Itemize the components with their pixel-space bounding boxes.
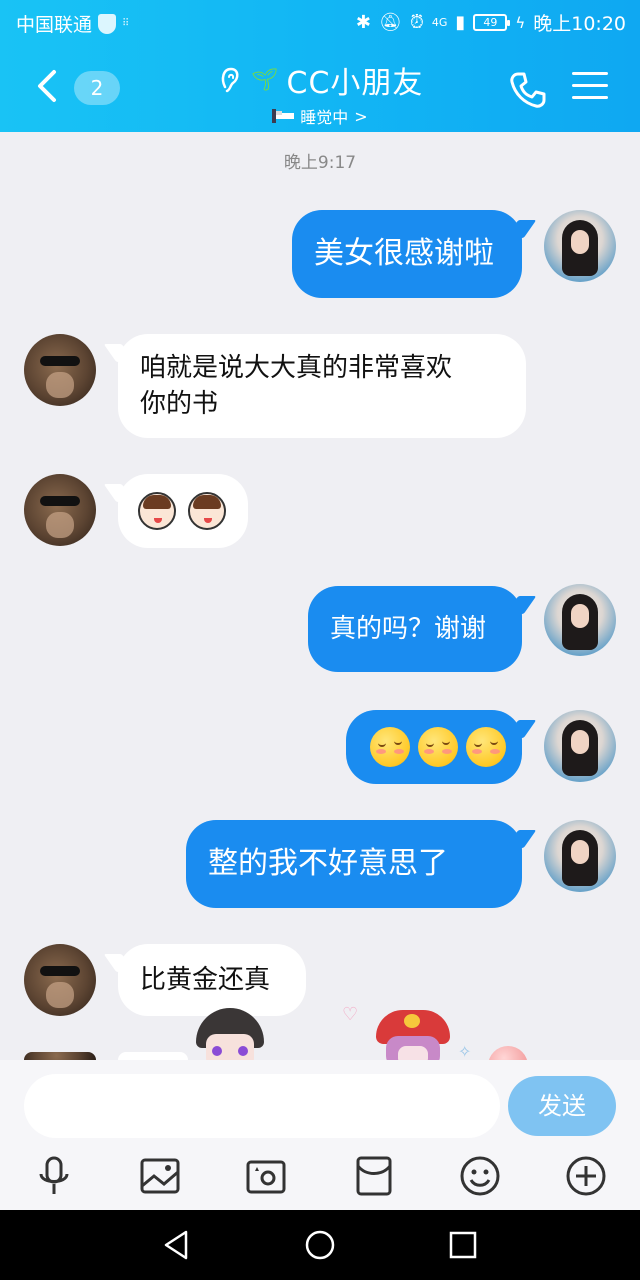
chat-header: 中国联通 ⠿ ✱ 🔕︎ ⏰︎ 4G ▮ 49 ϟ 晚上10:20 2 🌱︎ CC <box>0 0 640 132</box>
message-timestamp: 晚上9:17 <box>283 153 357 173</box>
signal-icon: ▮ <box>455 12 466 33</box>
status-chevron-icon: > <box>354 106 368 126</box>
friend-avatar <box>24 1052 96 1060</box>
message-text: 比黄金还真 <box>140 965 271 995</box>
input-toolbar <box>0 1150 640 1210</box>
message-bubble-in[interactable] <box>103 474 248 548</box>
network-label: 4G <box>431 15 448 29</box>
friend-avatar[interactable] <box>24 334 96 406</box>
bed-icon <box>272 109 295 123</box>
menu-button[interactable] <box>572 72 608 102</box>
chibi-girl-beret-sticker <box>376 1010 452 1068</box>
online-status[interactable]: 睡觉中 > <box>160 104 480 128</box>
my-avatar[interactable] <box>544 820 616 892</box>
my-avatar[interactable] <box>544 210 616 282</box>
alarm-icon: ⏰︎ <box>409 12 424 33</box>
blushing-face-emoji-icon <box>466 727 506 767</box>
message-text: 真的吗？谢谢 <box>330 614 487 644</box>
message-bubble-in <box>118 1052 188 1060</box>
carrier-label: 中国联通 <box>16 14 93 36</box>
unread-badge[interactable]: 2 <box>74 71 120 105</box>
back-button[interactable] <box>32 66 66 110</box>
nav-home-icon[interactable] <box>303 1228 337 1262</box>
battery-level: 49 <box>483 16 498 29</box>
boy-face-emoji-icon <box>138 492 176 530</box>
red-packet-icon[interactable] <box>352 1154 396 1198</box>
message-input[interactable] <box>24 1074 500 1138</box>
ear-icon <box>221 67 239 93</box>
mute-icon: 🔕︎ <box>378 12 402 33</box>
battery-icon: 49 <box>473 14 511 31</box>
message-bubble-out[interactable]: 真的吗？谢谢 <box>308 586 537 672</box>
message-bubble-in[interactable]: 比黄金还真 <box>103 944 306 1016</box>
blushing-face-emoji-icon <box>418 727 458 767</box>
sparkle-icon: ✧ <box>458 1042 472 1061</box>
message-text: 咱就是说大大真的非常喜欢 你的书 <box>140 353 453 419</box>
chat-title-area[interactable]: 🌱︎ CC小朋友 睡觉中 > <box>160 58 480 128</box>
friend-avatar[interactable] <box>24 474 96 546</box>
clock: 晚上10:20 <box>533 13 626 35</box>
message-bubble-out[interactable]: 美女很感谢啦 <box>292 210 537 298</box>
shield-icon <box>98 13 117 34</box>
microphone-icon[interactable] <box>32 1154 76 1198</box>
send-button[interactable]: 发送 <box>508 1076 616 1136</box>
image-icon[interactable] <box>138 1154 182 1198</box>
boy-face-emoji-icon <box>188 492 226 530</box>
blushing-face-emoji-icon <box>370 727 410 767</box>
status-text: 睡觉中 <box>300 108 349 127</box>
nav-recents-icon[interactable] <box>446 1228 480 1262</box>
status-bar: 中国联通 ⠿ ✱ 🔕︎ ⏰︎ 4G ▮ 49 ϟ 晚上10:20 <box>0 0 640 42</box>
chibi-girl-hat-sticker <box>192 1008 268 1068</box>
friend-avatar[interactable] <box>24 944 96 1016</box>
message-text: 美女很感谢啦 <box>314 236 494 271</box>
camera-icon[interactable] <box>244 1154 288 1198</box>
message-bubble-in[interactable]: 咱就是说大大真的非常喜欢 你的书 <box>103 334 526 438</box>
message-bubble-out[interactable] <box>346 710 537 784</box>
heart-icon: ♡ <box>342 1004 359 1025</box>
phone-icon <box>510 72 546 108</box>
bluetooth-icon: ✱ <box>355 12 371 33</box>
chevron-left-icon <box>38 70 56 102</box>
my-avatar[interactable] <box>544 584 616 656</box>
input-area: 发送 <box>0 1060 640 1210</box>
charging-icon: ϟ <box>515 13 526 32</box>
notification-dots-icon: ⠿ <box>122 18 130 29</box>
sprout-icon: 🌱︎ <box>250 67 279 93</box>
message-bubble-out[interactable]: 整的我不好意思了 <box>186 820 537 908</box>
nav-back-icon[interactable] <box>160 1228 194 1262</box>
message-text: 整的我不好意思了 <box>208 846 448 881</box>
chat-title: CC小朋友 <box>286 66 424 101</box>
call-button[interactable] <box>508 70 548 110</box>
system-nav-bar <box>0 1210 640 1280</box>
plus-icon[interactable] <box>564 1154 608 1198</box>
my-avatar[interactable] <box>544 710 616 782</box>
emoji-icon[interactable] <box>458 1154 502 1198</box>
